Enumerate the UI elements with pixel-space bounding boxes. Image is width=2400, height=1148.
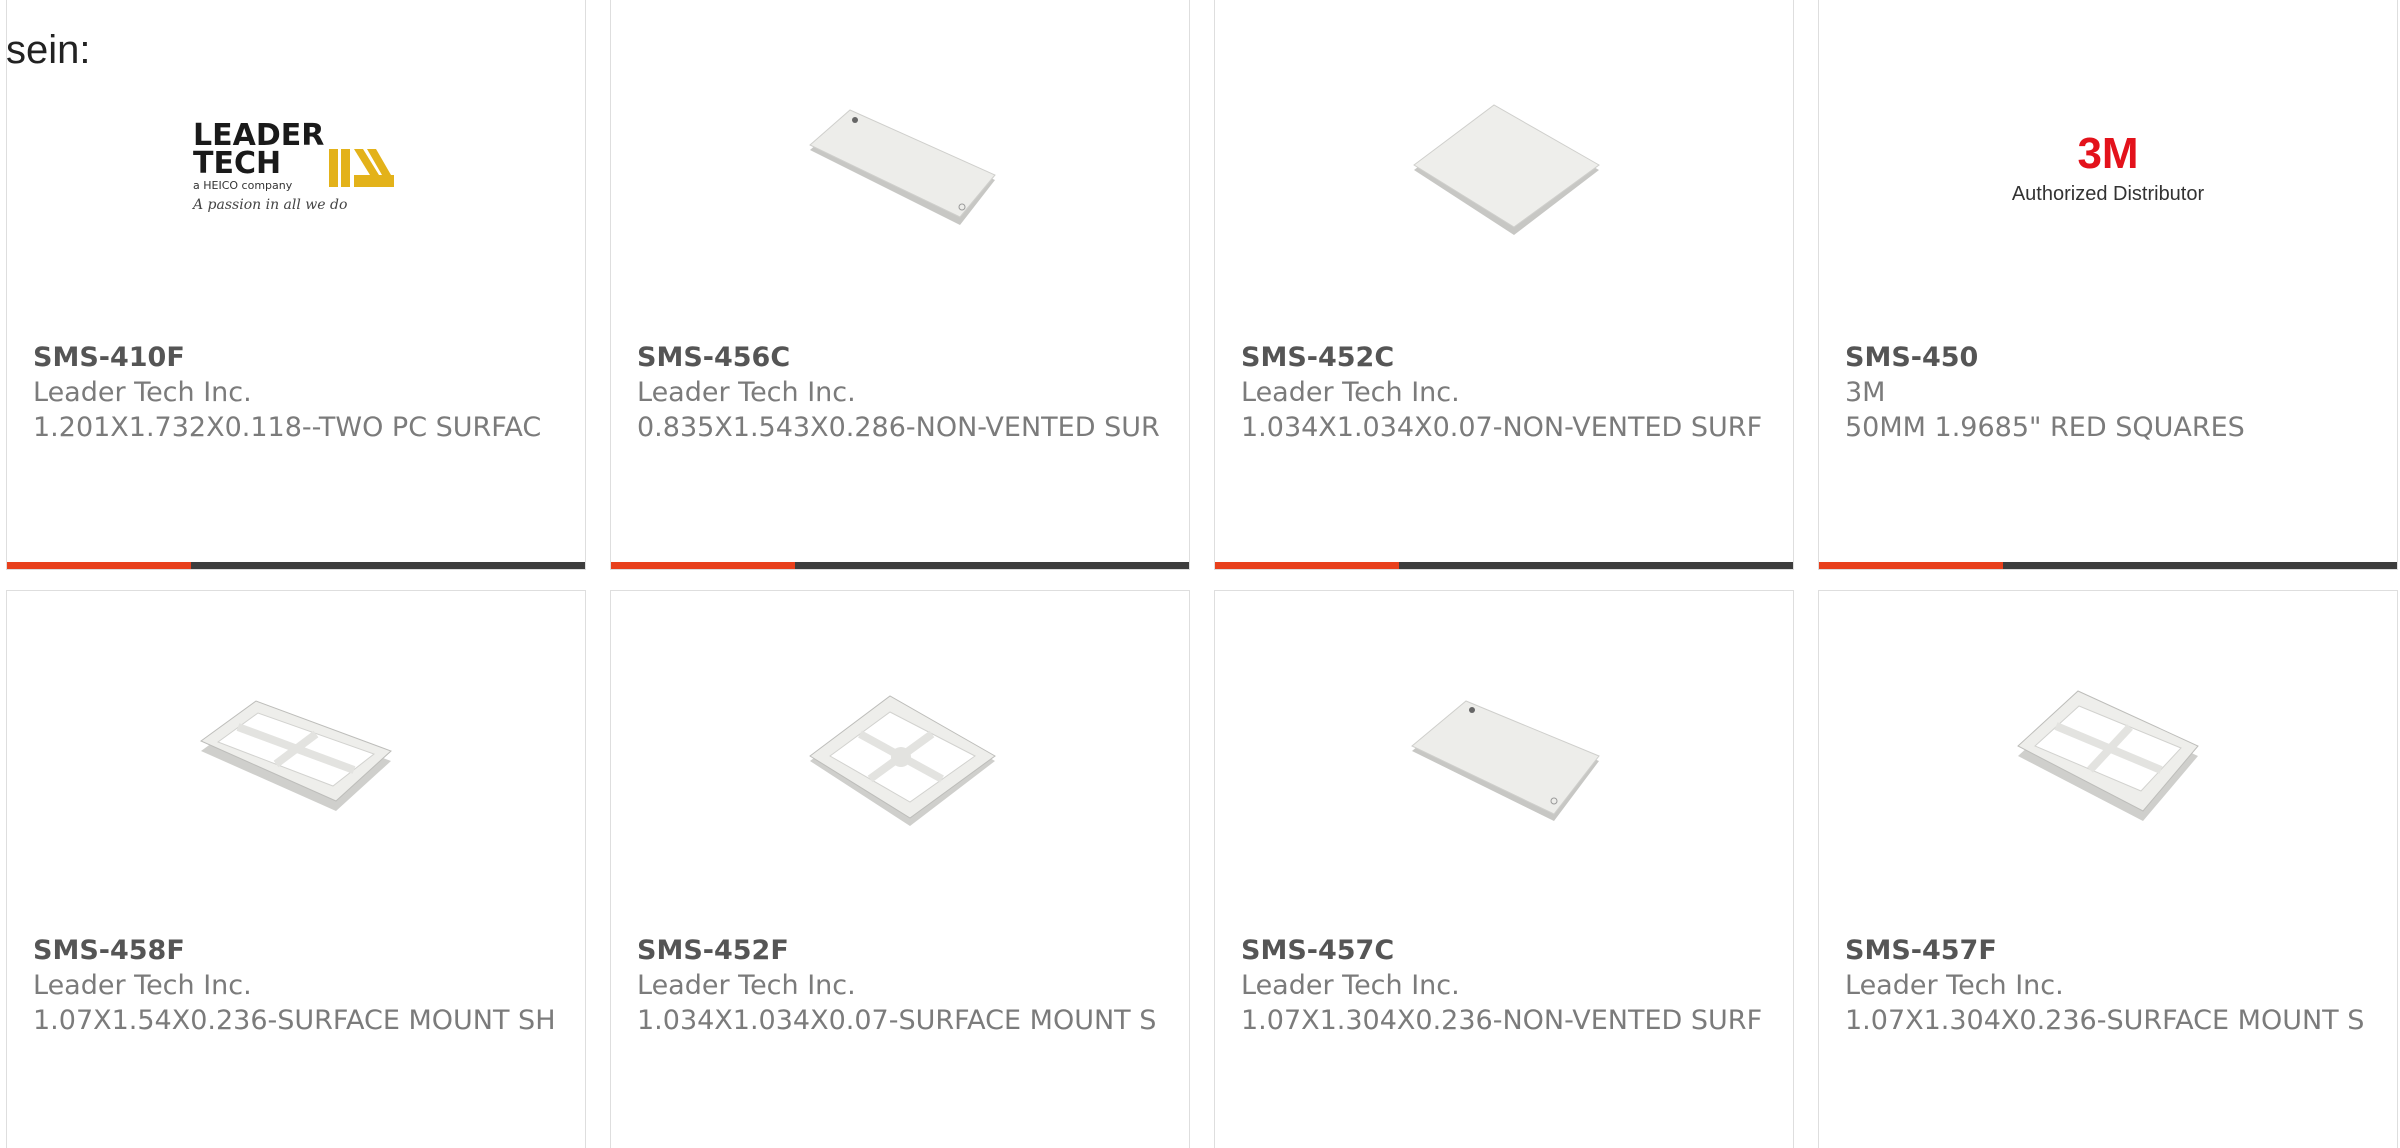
product-image [1215,661,1793,861]
product-grid-page: sein: LEADER TECH a HEICO company A pass… [0,0,2400,1148]
product-image [7,661,585,861]
product-card-sms-450[interactable]: 3M Authorized Distributor SMS-450 3M 50M… [1818,0,2398,570]
shield-cover-image [1411,700,1600,821]
manufacturer: Leader Tech Inc. [1241,970,1460,1001]
shield-cover-image [809,109,996,225]
manufacturer: Leader Tech Inc. [1241,377,1460,408]
manufacturer: Leader Tech Inc. [637,377,856,408]
product-card-sms-457c[interactable]: SMS-457C Leader Tech Inc. 1.07X1.304X0.2… [1214,590,1794,1148]
card-accent [611,562,795,569]
description: 0.835X1.543X0.286-NON-VENTED SUR [637,412,1160,443]
logo-script: A passion in all we do [191,197,347,213]
product-info: SMS-452C Leader Tech Inc. 1.034X1.034X0.… [1241,340,1773,445]
part-number[interactable]: SMS-457C [1241,933,1773,968]
shield-frame-image [2017,690,2199,821]
part-number[interactable]: SMS-458F [33,933,565,968]
product-image [1215,70,1793,270]
product-card-sms-410f[interactable]: LEADER TECH a HEICO company A passion in… [6,0,586,570]
logo-caption: Authorized Distributor [2012,183,2205,205]
logo-line2: TECH [193,146,281,181]
description: 1.034X1.034X0.07-SURFACE MOUNT S [637,1005,1157,1036]
description: 1.07X1.304X0.236-NON-VENTED SURF [1241,1005,1763,1036]
shield-cover-image [1413,104,1600,235]
card-bottom-bar [1215,562,1793,569]
card-bottom-bar [1819,562,2397,569]
part-number[interactable]: SMS-452F [637,933,1169,968]
product-info: SMS-456C Leader Tech Inc. 0.835X1.543X0.… [637,340,1169,445]
part-number[interactable]: SMS-456C [637,340,1169,375]
leader-tech-logo: LEADER TECH a HEICO company A passion in… [191,115,401,225]
product-image [611,70,1189,270]
intro-text: sein: [6,28,91,72]
product-info: SMS-410F Leader Tech Inc. 1.201X1.732X0.… [33,340,565,445]
card-bottom-bar [611,562,1189,569]
product-card-sms-452c[interactable]: SMS-452C Leader Tech Inc. 1.034X1.034X0.… [1214,0,1794,570]
part-number[interactable]: SMS-410F [33,340,565,375]
description: 1.201X1.732X0.118--TWO PC SURFAC [33,412,542,443]
product-info: SMS-457F Leader Tech Inc. 1.07X1.304X0.2… [1845,933,2377,1038]
manufacturer: Leader Tech Inc. [33,377,252,408]
product-card-sms-452f[interactable]: SMS-452F Leader Tech Inc. 1.034X1.034X0.… [610,590,1190,1148]
product-card-sms-458f[interactable]: SMS-458F Leader Tech Inc. 1.07X1.54X0.23… [6,590,586,1148]
description: 1.07X1.304X0.236-SURFACE MOUNT S [1845,1005,2365,1036]
card-bottom-bar [7,562,585,569]
description: 1.07X1.54X0.236-SURFACE MOUNT SH [33,1005,556,1036]
product-card-sms-457f[interactable]: SMS-457F Leader Tech Inc. 1.07X1.304X0.2… [1818,590,2398,1148]
logo-tag: a HEICO company [193,179,293,192]
part-number[interactable]: SMS-452C [1241,340,1773,375]
description: 1.034X1.034X0.07-NON-VENTED SURF [1241,412,1763,443]
card-accent [7,562,191,569]
part-number[interactable]: SMS-450 [1845,340,2377,375]
product-info: SMS-452F Leader Tech Inc. 1.034X1.034X0.… [637,933,1169,1038]
product-image: LEADER TECH a HEICO company A passion in… [7,70,585,270]
shield-frame-image [200,700,392,811]
card-accent [1215,562,1399,569]
part-number[interactable]: SMS-457F [1845,933,2377,968]
manufacturer: 3M [1845,377,1886,408]
product-image: 3M Authorized Distributor [1819,70,2397,270]
manufacturer: Leader Tech Inc. [33,970,252,1001]
shield-frame-image [809,695,996,826]
card-accent [1819,562,2003,569]
product-image [1819,661,2397,861]
product-info: SMS-450 3M 50MM 1.9685" RED SQUARES [1845,340,2377,445]
manufacturer: Leader Tech Inc. [1845,970,2064,1001]
manufacturer: Leader Tech Inc. [637,970,856,1001]
product-info: SMS-458F Leader Tech Inc. 1.07X1.54X0.23… [33,933,565,1038]
product-image [611,661,1189,861]
product-card-sms-456c[interactable]: SMS-456C Leader Tech Inc. 0.835X1.543X0.… [610,0,1190,570]
3m-logo: 3M Authorized Distributor [1993,120,2223,220]
logo-brand: 3M [2077,129,2138,178]
description: 50MM 1.9685" RED SQUARES [1845,412,2245,443]
product-info: SMS-457C Leader Tech Inc. 1.07X1.304X0.2… [1241,933,1773,1038]
